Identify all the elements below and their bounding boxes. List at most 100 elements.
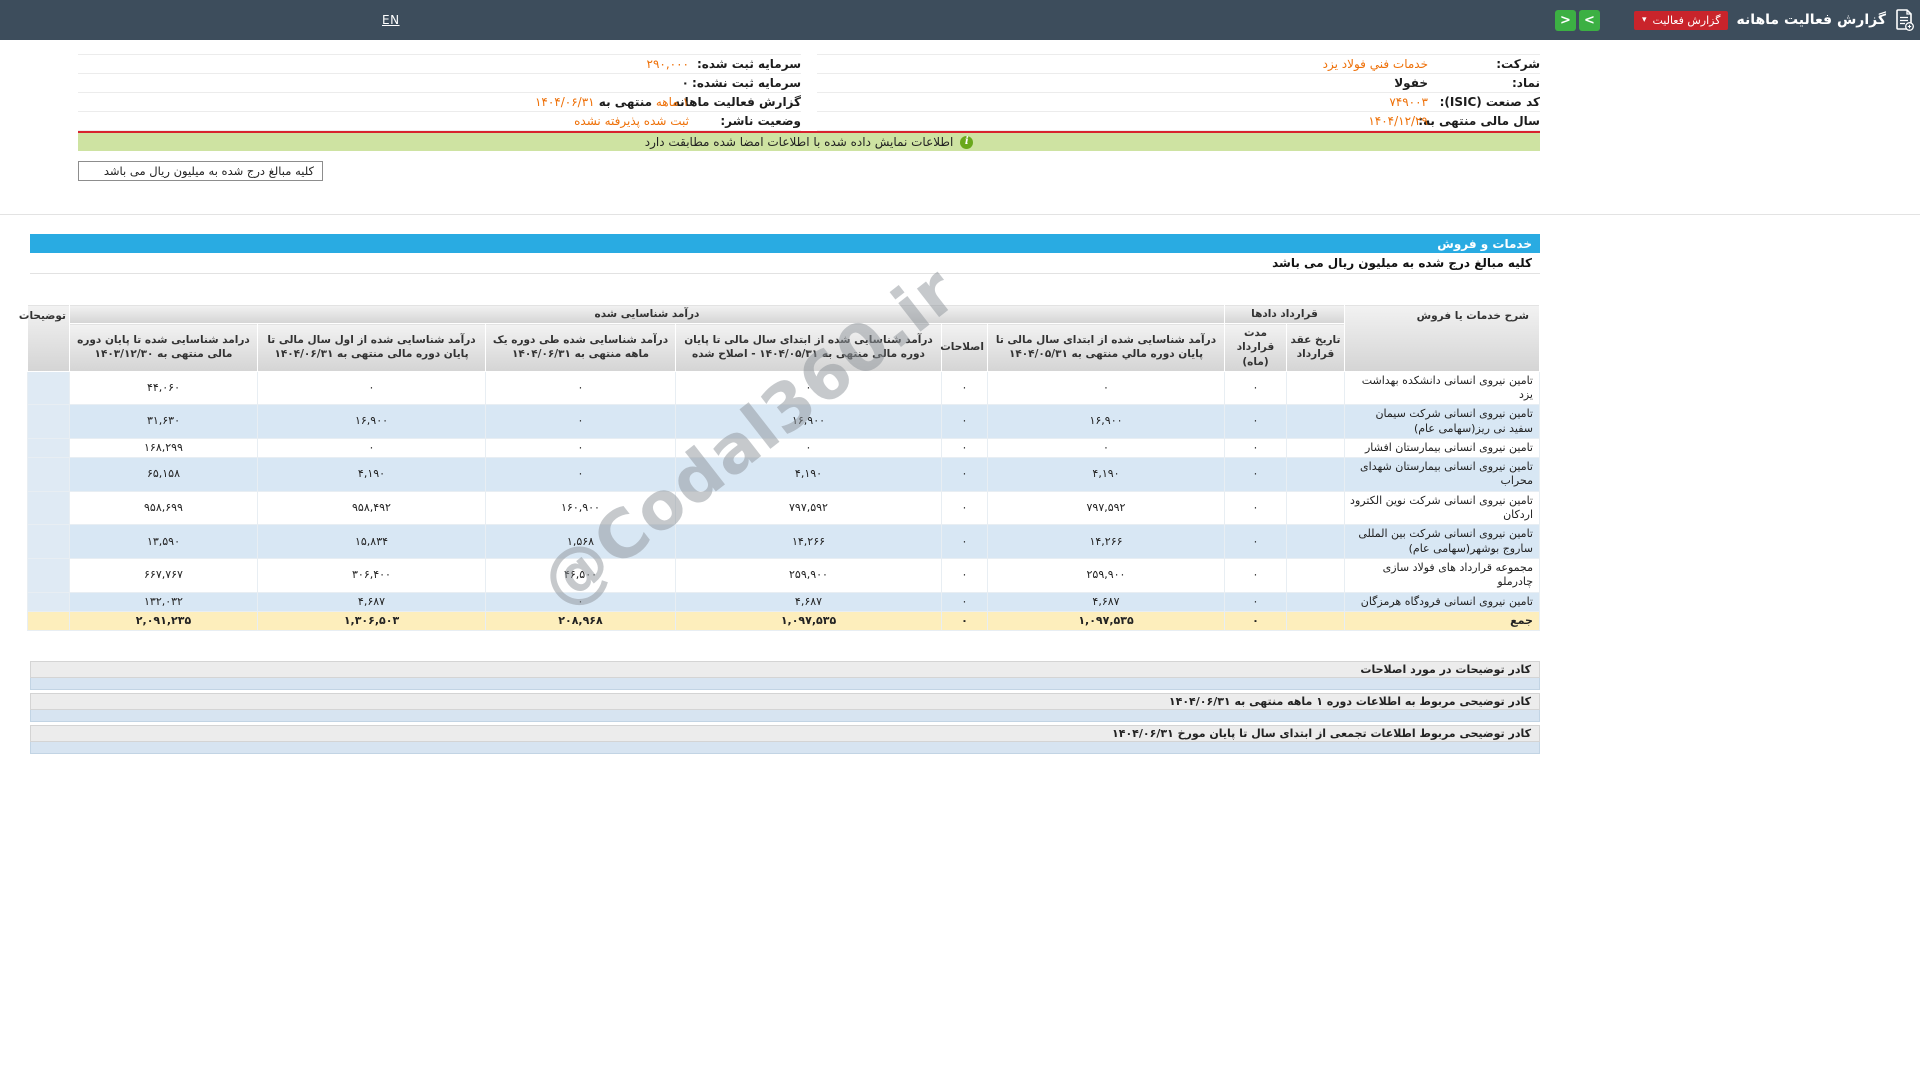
report-nav-buttons: > < [1554, 9, 1600, 31]
cell-notes [26, 524, 70, 559]
monthly-report-icon [1894, 9, 1914, 31]
total-row: جمع ۰ ۱,۰۹۷,۵۳۵ ۰ ۱,۰۹۷,۵۳۵ ۲۰۸,۹۶۸ ۱,۳۰۶,۵۰۳ ۲… [26, 610, 1540, 632]
footnotes: کادر توضیحات در مورد اصلاحات کادر توضیحی… [30, 661, 1540, 755]
info-row-report-period: گزارش فعالیت ماهانه ۱ ماهه منتهی به ۱۴۰۴… [78, 93, 801, 112]
top-header-inner: گزارش فعالیت ماهانه گزارش فعالیت ▾ > < E… [365, 0, 1920, 40]
cell-duration: ۰ [1224, 437, 1287, 459]
sales-table-head: شرح خدمات یا فروش قرارداد دادها درآمد شن… [19, 303, 1540, 372]
cell-rev-fy: ۱,۳۰۶,۵۰۳ [257, 610, 486, 632]
cell-duration: ۰ [1224, 370, 1287, 406]
cell-rev-month: ۰ [485, 457, 676, 492]
registered-capital-label: سرمایه ثبت شده: [696, 57, 801, 71]
cell-rev-to-0531: ۱,۰۹۷,۵۳۵ [987, 610, 1225, 632]
table-row: تامین نیروی انسانی بیمارستان شهدای محراب… [26, 457, 1540, 492]
cell-notes [26, 557, 70, 593]
footnote-content-cumulative [30, 742, 1540, 755]
section-header-sales: خدمات و فروش [30, 234, 1540, 253]
fiscal-year-value: ۱۴۰۴/۱۲/۲۹ [1368, 114, 1428, 128]
company-name-link[interactable]: خدمات فني فولاد يزد [817, 57, 1428, 71]
col-rev-fy: درآمد شناسایی شده از اول سال مالی تا پای… [257, 323, 486, 372]
cell-adjustments: ۰ [941, 524, 988, 559]
cell-desc: مجموعه قرارداد های فولاد سازی چادرملو [1344, 557, 1540, 593]
col-contract-date: تاریخ عقد قرارداد [1286, 323, 1345, 372]
cell-duration: ۰ [1224, 457, 1287, 492]
cell-rev-fy: ۰ [257, 437, 486, 459]
cell-rev-fy: ۹۵۸,۴۹۲ [257, 490, 486, 526]
cell-desc: تامین نیروی انسانی شرکت بین المللی ساروج… [1344, 524, 1540, 559]
page-title: گزارش فعالیت ماهانه [1736, 12, 1886, 28]
unregistered-capital-value: ۰ [681, 76, 689, 90]
next-report-button[interactable]: > [1578, 9, 1600, 31]
cell-desc: تامین نیروی انسانی فرودگاه هرمزگان [1344, 591, 1540, 612]
cell-adjustments: ۰ [941, 404, 988, 439]
footnote-label-period: کادر توضیحی مربوط به اطلاعات دوره ۱ ماهه… [30, 693, 1540, 711]
report-type-label: گزارش فعالیت [1652, 13, 1721, 27]
cell-rev-month: ۱۶۰,۹۰۰ [485, 490, 676, 526]
cell-notes [26, 404, 70, 439]
symbol-label: نماد: [1511, 76, 1540, 90]
info-row-unregistered-capital: سرمایه ثبت نشده: ۰ [78, 74, 801, 93]
cell-rev-prev-year: ۹۵۸,۶۹۹ [68, 490, 259, 526]
cell-duration: ۰ [1224, 524, 1287, 559]
cell-duration: ۰ [1224, 557, 1287, 593]
company-info-grid: شرکت: خدمات فني فولاد يزد نماد: خفولا کد… [78, 54, 1540, 131]
cell-rev-to-0531-adjusted: ۴,۶۸۷ [675, 591, 942, 612]
table-row: تامین نیروی انسانی شرکت نوین الکترود ارد… [26, 490, 1540, 526]
col-notes: توضیحات [19, 304, 70, 372]
cell-desc: جمع [1344, 610, 1540, 632]
signature-match-banner: i اطلاعات نمایش داده شده با اطلاعات امضا… [78, 131, 1540, 151]
col-rev-to-0531: درآمد شناسایی شده از ابتدای سال مالی تا … [987, 323, 1225, 372]
cell-rev-to-0531: ۰ [987, 370, 1225, 406]
cell-notes [26, 610, 70, 632]
cell-rev-to-0531-adjusted: ۱۴,۲۶۶ [675, 524, 942, 559]
cell-rev-fy: ۰ [257, 370, 486, 406]
col-rev-to-0531-adjusted: درآمد شناسایی شده از ابتدای سال مالی تا … [675, 323, 942, 372]
cell-rev-fy: ۱۵,۸۳۴ [257, 524, 486, 559]
cell-rev-prev-year: ۴۴,۰۶۰ [68, 370, 259, 406]
cell-rev-month: ۲۰۸,۹۶۸ [485, 610, 676, 632]
cell-rev-to-0531: ۰ [987, 437, 1225, 459]
company-info-right-column: شرکت: خدمات فني فولاد يزد نماد: خفولا کد… [817, 54, 1540, 131]
chevron-down-icon: ▾ [1641, 14, 1647, 25]
cell-rev-month: ۰ [485, 404, 676, 439]
info-row-symbol: نماد: خفولا [817, 74, 1540, 93]
section-divider [0, 214, 1920, 215]
col-rev-prev-year: درامد شناسایی شده تا پایان دوره مالی منت… [68, 323, 259, 372]
cell-contract-date [1286, 591, 1345, 612]
cell-contract-date [1286, 404, 1345, 439]
cell-rev-prev-year: ۳۱,۶۳۰ [68, 404, 259, 439]
cell-rev-prev-year: ۶۶۷,۷۶۷ [68, 557, 259, 593]
registered-capital-value: ۲۹۰,۰۰۰ [646, 57, 690, 71]
cell-rev-prev-year: ۲,۰۹۱,۲۳۵ [68, 610, 259, 632]
table-row: تامین نیروی انسانی بیمارستان افشار ۰ ۰ ۰ ۰ ۰ ۰… [26, 437, 1540, 459]
table-row: تامین نیروی انسانی شرکت سیمان سفید نی ری… [26, 404, 1540, 439]
company-label: شرکت: [1496, 57, 1540, 71]
cell-desc: تامین نیروی انسانی بیمارستان شهدای محراب [1344, 457, 1540, 492]
cell-rev-to-0531-adjusted: ۰ [675, 437, 942, 459]
cell-rev-to-0531: ۱۶,۹۰۰ [987, 404, 1225, 439]
footnote-content-period [30, 710, 1540, 723]
report-type-dropdown[interactable]: گزارش فعالیت ▾ [1633, 10, 1729, 30]
cell-contract-date [1286, 610, 1345, 632]
language-en-link[interactable]: EN [382, 13, 400, 27]
cell-rev-month: ۰ [485, 437, 676, 459]
cell-adjustments: ۰ [941, 610, 988, 632]
cell-contract-date [1286, 524, 1345, 559]
col-group-contract: قرارداد دادها [1224, 303, 1345, 325]
table-row: تامین نیروی انسانی فرودگاه هرمزگان ۰ ۴,۶۸۷… [26, 591, 1540, 612]
cell-rev-prev-year: ۱۶۸,۲۹۹ [68, 437, 259, 459]
footnote-label-cumulative: کادر توضیحی مربوط اطلاعات تجمعی از ابتدا… [30, 725, 1540, 743]
units-note-box: کلیه مبالغ درج شده به میلیون ریال می باش… [78, 161, 323, 181]
col-group-revenue: درآمد شناسایی شده [68, 303, 1226, 325]
signature-match-text: اطلاعات نمایش داده شده با اطلاعات امضا ش… [644, 135, 954, 149]
cell-contract-date [1286, 557, 1345, 593]
period-length: ۱ ماهه [652, 95, 689, 109]
symbol-value: خفولا [1394, 76, 1428, 90]
info-row-publisher-status: وضعیت ناشر: ثبت شده پذیرفته نشده [78, 112, 801, 131]
cell-rev-month: ۱,۵۶۸ [485, 524, 676, 559]
previous-report-button[interactable]: < [1554, 9, 1576, 31]
cell-desc: تامین نیروی انسانی شرکت سیمان سفید نی ری… [1344, 404, 1540, 439]
footnote-label-adjustments: کادر توضیحات در مورد اصلاحات [30, 661, 1540, 679]
cell-duration: ۰ [1224, 610, 1287, 632]
info-row-company: شرکت: خدمات فني فولاد يزد [817, 55, 1540, 74]
